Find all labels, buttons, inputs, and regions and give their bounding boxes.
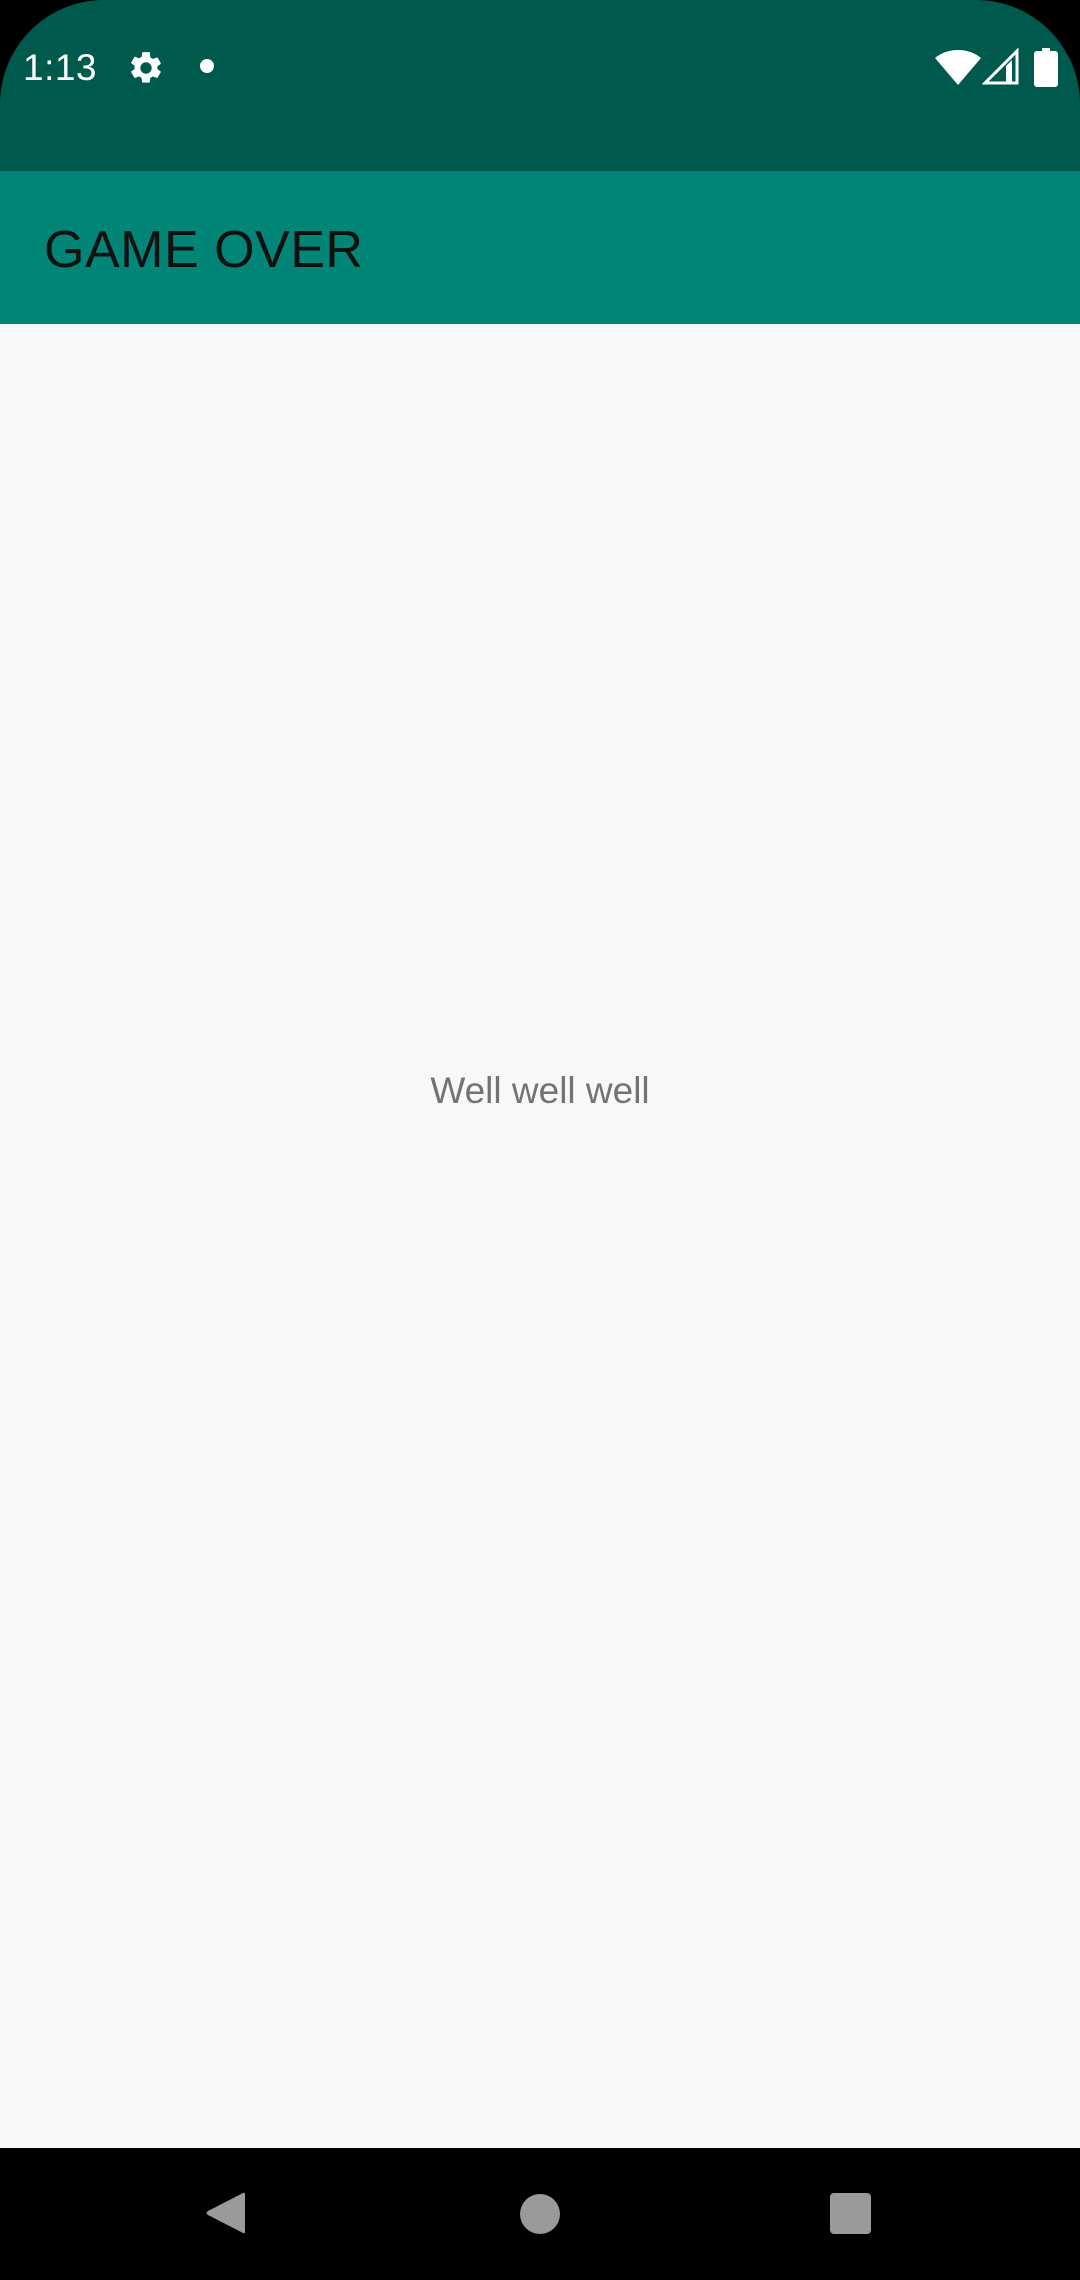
home-icon[interactable] [520, 2194, 560, 2234]
phone-screen: 1:13 GAME OVER Well well well [0, 0, 1080, 2280]
page-title: GAME OVER [44, 221, 364, 279]
status-bar: 1:13 [0, 0, 1080, 171]
back-icon[interactable] [205, 2191, 245, 2235]
main-content [0, 324, 1080, 2148]
recents-icon[interactable] [830, 2193, 871, 2234]
game-over-message: Well well well [430, 1070, 650, 1111]
battery-icon [1034, 48, 1058, 87]
gear-icon [131, 52, 161, 83]
wifi-icon [935, 50, 981, 85]
cell-signal-icon [982, 48, 1019, 85]
notification-dot-icon [200, 59, 214, 73]
status-time: 1:13 [23, 47, 98, 88]
